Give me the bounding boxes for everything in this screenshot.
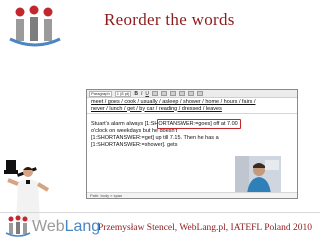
content-line: o'clock on weekdays but he doesn't [91,128,178,134]
align-center-icon[interactable] [161,91,167,96]
word-list: meet / goes / cook / usually / asleep / … [87,98,297,114]
editor-content[interactable]: Stuart's alarm always [1:SHORTANSWER:=go… [87,114,297,149]
person-photo [235,156,281,194]
underline-button[interactable]: U [145,91,149,97]
content-line: [1:SHORTANSWER:=get] up till 7.15. Then … [91,135,219,141]
list-icon[interactable] [170,91,176,96]
weblang-brand: WebLang [32,218,101,235]
font-size-select[interactable]: 1 (8 pt) [114,90,132,97]
path-bar: Path: body » span [87,192,297,198]
bold-button[interactable]: B [134,91,138,97]
weblang-logo-icon [9,5,61,47]
editor-screenshot: Paragraph 1 (8 pt) B I U meet / goes / c… [86,89,298,199]
footer-divider [0,212,320,213]
footer-credit: Przemysław Stencel, WebLang.pl, IATEFL P… [98,223,313,233]
editor-toolbar: Paragraph 1 (8 pt) B I U [87,90,297,98]
align-left-icon[interactable] [152,91,158,96]
paragraph-select[interactable]: Paragraph [89,90,112,97]
answer-highlight [157,119,241,129]
word-list-line: never / lunch / get / by car / reading /… [91,105,222,112]
table-icon[interactable] [197,91,203,96]
weblang-footer-logo-icon [5,215,31,237]
content-line: [1:SHORTANSWER:=shower]. gets [91,142,178,148]
link-icon[interactable] [179,91,185,96]
italic-button[interactable]: I [141,91,142,97]
slide-title: Reorder the words [104,10,235,29]
image-icon[interactable] [188,91,194,96]
